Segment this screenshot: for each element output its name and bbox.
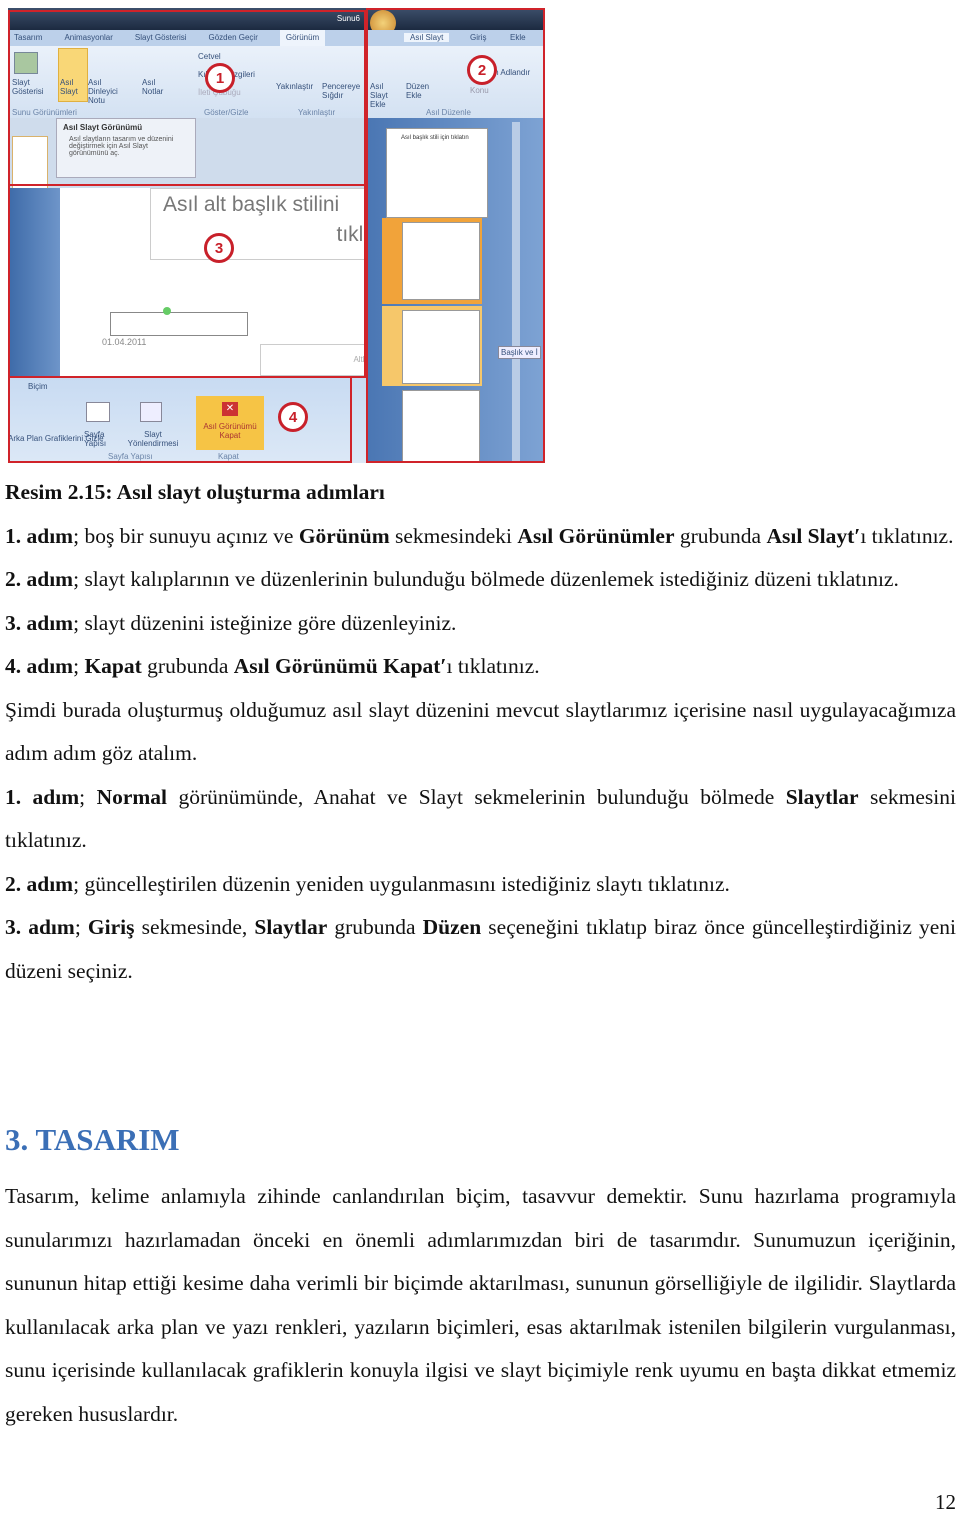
figure-powerpoint-screenshot: Sunu6 Tasarım Animasyonlar Slayt Gösteri… xyxy=(8,8,545,463)
text-run: sekmesinde, xyxy=(134,915,255,939)
text-run: ; boş bir sunuyu açınız ve xyxy=(73,523,299,548)
paragraph: 3. adım; Giriş sekmesinde, Slaytlar grub… xyxy=(5,906,956,993)
steps-text: Resim 2.15: Asıl slayt oluşturma adımlar… xyxy=(5,471,956,993)
bold-text: 1. adım xyxy=(5,784,80,809)
text-run: Tasarım, kelime anlamıyla zihinde canlan… xyxy=(5,1184,956,1426)
text-run: Şimdi burada oluşturmuş olduğumuz asıl s… xyxy=(5,697,956,766)
bold-text: Giriş xyxy=(87,915,135,939)
bold-text: Düzen xyxy=(422,915,482,939)
text-run: ; güncelleştirilen düzenin yeniden uygul… xyxy=(73,871,730,896)
section-heading: 3. TASARIM xyxy=(5,1122,180,1157)
text-run: görünümünde, Anahat ve Slayt sekmelerini… xyxy=(167,784,786,809)
highlight-box-1 xyxy=(8,10,366,186)
bold-text: Slaytlar xyxy=(785,784,859,809)
bold-text: Asıl Görünümü Kapat′ xyxy=(233,654,447,678)
bold-text: Slaytlar xyxy=(254,915,328,939)
figure-caption: Resim 2.15: Asıl slayt oluşturma adımlar… xyxy=(5,471,956,515)
bold-text: 3. adım xyxy=(5,610,74,635)
bold-text: Normal xyxy=(96,784,168,809)
paragraph: 1. adım; boş bir sunuyu açınız ve Görünü… xyxy=(5,515,956,559)
text-run: ; xyxy=(74,915,88,939)
step-marker-3: 3 xyxy=(204,233,234,263)
body-text: Tasarım, kelime anlamıyla zihinde canlan… xyxy=(5,1175,956,1436)
paragraph: 2. adım; slayt kalıplarının ve düzenleri… xyxy=(5,558,956,602)
text-run: ; slayt düzenini isteğinize göre düzenle… xyxy=(73,610,457,635)
text-run: grubunda xyxy=(327,915,423,939)
paragraph: Tasarım, kelime anlamıyla zihinde canlan… xyxy=(5,1175,956,1436)
text-run: ; xyxy=(73,654,85,678)
bold-text: 2. adım xyxy=(5,567,74,591)
bold-text: 4. adım xyxy=(5,654,74,678)
bold-text: Görünüm xyxy=(298,523,390,548)
bold-text: Kapat xyxy=(84,654,142,678)
bold-text: Asıl Görünümler xyxy=(517,523,675,548)
paragraph: 3. adım; slayt düzenini isteğinize göre … xyxy=(5,602,956,646)
page-number: 12 xyxy=(935,1490,956,1514)
bold-text: Asıl Slayt′ xyxy=(766,523,861,548)
paragraph: 4. adım; Kapat grubunda Asıl Görünümü Ka… xyxy=(5,645,956,689)
text-run: ; xyxy=(79,784,97,809)
step-marker-2: 2 xyxy=(467,55,497,85)
text-run: grubunda xyxy=(674,523,767,548)
text-run: ; slayt kalıplarının ve düzenlerinin bul… xyxy=(73,567,899,591)
bold-text: 2. adım xyxy=(5,871,74,896)
paragraph: 1. adım; Normal görünümünde, Anahat ve S… xyxy=(5,776,956,863)
text-run: sekmesindeki xyxy=(389,523,518,548)
paragraph: Şimdi burada oluşturmuş olduğumuz asıl s… xyxy=(5,689,956,776)
bold-text: Resim 2.15: Asıl slayt oluşturma adımlar… xyxy=(5,480,385,504)
bold-text: 3. adım xyxy=(5,915,75,939)
bold-text: 1. adım xyxy=(5,523,74,548)
text-run: ı tıklatınız. xyxy=(446,654,540,678)
step-marker-4: 4 xyxy=(278,402,308,432)
highlight-box-2 xyxy=(366,8,545,463)
text-run: grubunda xyxy=(141,654,234,678)
paragraph: 2. adım; güncelleştirilen düzenin yenide… xyxy=(5,863,956,907)
text-run: ı tıklatınız. xyxy=(860,523,954,548)
step-marker-1: 1 xyxy=(205,63,235,93)
highlight-box-3 xyxy=(8,184,366,378)
